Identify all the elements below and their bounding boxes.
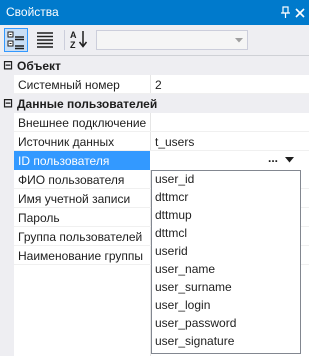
row-gutter [0,132,14,151]
property-name: Группа пользователей [18,230,143,244]
category-label: Объект [17,59,61,73]
property-row[interactable]: Источник данных t_users [0,132,309,151]
property-row[interactable]: Внешнее подключение [0,113,309,132]
property-name: Источник данных [18,135,115,149]
pin-icon [281,6,290,18]
row-gutter [0,113,14,132]
row-gutter [0,246,14,265]
dropdown-option[interactable]: user_name [155,262,215,280]
ellipsis-button[interactable]: ... [264,152,282,169]
property-name: Наименование группы [18,249,144,263]
svg-text:A: A [70,30,77,40]
property-name: ФИО пользователя [18,173,125,187]
property-value[interactable]: t_users [155,135,194,149]
property-name: Системный номер [18,78,120,92]
property-name: Внешнее подключение [18,116,147,130]
category-user-data[interactable]: ⊟ Данные пользователей [0,94,309,113]
property-row-selected[interactable]: ID пользователя ... [0,151,309,170]
property-name: Пароль [18,211,60,225]
close-button[interactable] [293,4,307,20]
chevron-down-icon [235,38,243,43]
svg-text:Z: Z [70,40,76,50]
panel-title: Свойства [6,5,59,19]
close-icon [295,8,305,18]
categorized-button[interactable] [4,28,28,52]
dropdown-option[interactable]: user_signature [155,334,234,352]
pin-button[interactable] [279,4,293,20]
dropdown-option[interactable]: dttmcr [155,190,188,208]
dropdown-arrow-icon[interactable] [285,157,294,163]
category-object[interactable]: ⊟ Объект [0,56,309,75]
column-divider [150,132,151,151]
row-gutter [0,151,14,170]
toolbar-separator [64,30,65,50]
dropdown-option[interactable]: userid [155,244,188,262]
row-gutter [0,75,14,94]
dropdown-option[interactable]: dttmup [155,208,192,226]
row-gutter [0,208,14,227]
column-divider [150,75,151,94]
property-toolbar: A Z [0,25,309,56]
row-gutter [0,265,14,356]
dropdown-option[interactable]: user_surname [155,280,232,298]
row-gutter [0,189,14,208]
property-value[interactable]: 2 [155,78,162,92]
object-selector-combo[interactable] [96,30,248,50]
sort-az-button[interactable]: A Z [68,28,92,52]
dropdown-option[interactable]: user_password [155,316,236,334]
property-row[interactable]: Системный номер 2 [0,75,309,94]
category-label: Данные пользователей [17,97,158,111]
property-name: ID пользователя [18,154,110,168]
panel-title-bar[interactable]: Свойства [0,0,309,25]
dropdown-option[interactable]: user_id [155,172,194,190]
row-gutter [0,170,14,189]
dropdown-option[interactable]: user_login [155,298,210,316]
property-name: Имя учетной записи [18,192,131,206]
collapse-icon[interactable]: ⊟ [3,59,13,71]
sort-az-icon: A Z [70,30,88,50]
collapse-icon[interactable]: ⊟ [3,97,13,109]
alphabetical-icon [37,32,53,48]
row-gutter [0,227,14,246]
dropdown-option[interactable]: dttmcl [155,226,187,244]
alphabetical-button[interactable] [34,28,58,52]
categorized-icon [7,31,24,50]
field-dropdown-list[interactable]: user_id dttmcr dttmup dttmcl userid user… [151,170,301,354]
column-divider [150,113,151,132]
properties-panel: Свойства A Z ⊟ Объект Системный номер 2 … [0,0,309,356]
